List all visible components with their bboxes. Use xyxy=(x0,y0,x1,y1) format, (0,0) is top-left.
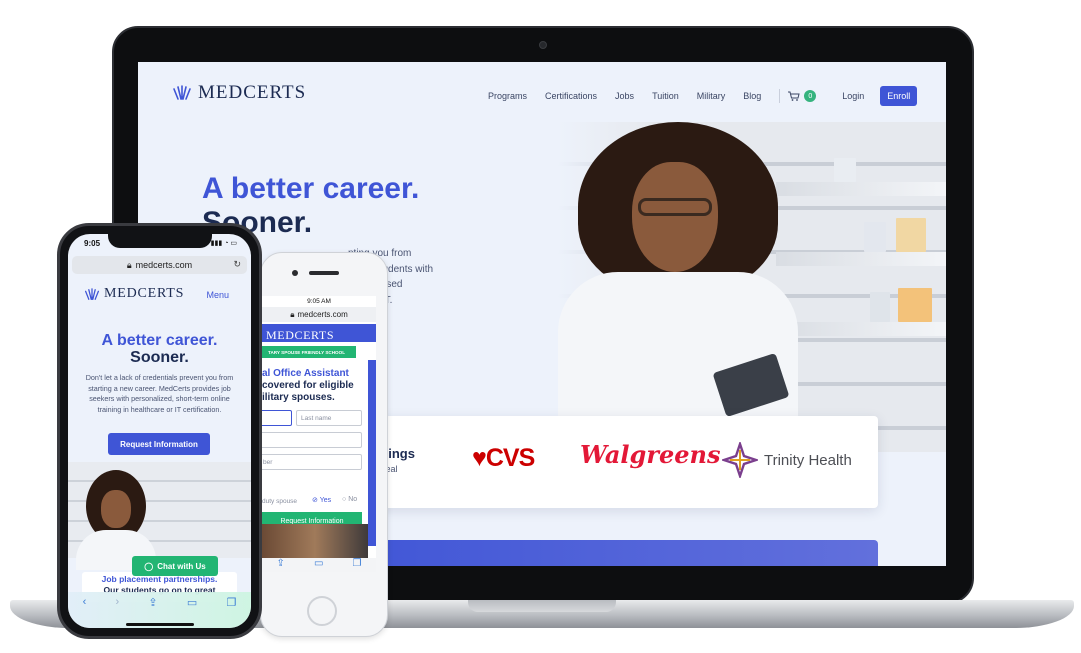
nav-programs[interactable]: Programs xyxy=(488,91,527,101)
tabs-icon[interactable]: ❐ xyxy=(226,596,236,609)
lock-icon: 🔒︎ xyxy=(290,309,295,319)
address-bar-url: medcerts.com xyxy=(135,260,193,270)
radio-no[interactable]: ○ No xyxy=(342,496,357,503)
check-circle-icon: ⊘ xyxy=(312,497,318,504)
trinity-health-text: Trinity Health xyxy=(764,451,852,469)
shelf xyxy=(776,252,946,266)
address-bar[interactable]: 🔒︎ medcerts.com xyxy=(262,307,376,322)
site-logo[interactable]: MEDCERTS xyxy=(172,82,306,104)
status-time: 9:05 AM xyxy=(307,298,331,305)
radio-circle-icon: ○ xyxy=(342,496,347,503)
cart-button[interactable]: 0 xyxy=(779,89,817,103)
bookmarks-icon[interactable]: ▭ xyxy=(187,596,197,609)
radio-yes[interactable]: ⊘ Yes xyxy=(312,496,331,504)
pharmacist-face xyxy=(101,490,131,528)
battery-icon: ▭ xyxy=(230,240,237,247)
military-friendly-badge: TARY SPOUSE FRIENDLY SCHOOL xyxy=(262,346,356,358)
signal-icon: ▮▮▮ xyxy=(210,240,223,247)
site-logo-text: MEDCERTS xyxy=(198,82,307,103)
medcerts-logo-icon xyxy=(173,85,191,100)
hero-body: Don't let a lack of credentials prevent … xyxy=(85,373,234,414)
pharmacist-glasses xyxy=(638,198,712,216)
phone-back-speaker xyxy=(309,271,339,275)
reload-icon[interactable]: ↻ xyxy=(233,259,241,270)
chat-button-label: Chat with Us xyxy=(157,561,206,571)
share-icon[interactable]: ⇪ xyxy=(148,596,157,609)
wifi-icon: ◔ xyxy=(224,240,229,247)
radio-no-label: No xyxy=(348,496,358,503)
tabs-icon[interactable]: ❐ xyxy=(353,558,362,572)
phone-front-notch xyxy=(108,234,212,248)
pharmacist-face xyxy=(632,162,718,272)
last-name-field[interactable]: Last name xyxy=(296,410,362,426)
request-form: al Office Assistant covered for eligible… xyxy=(262,360,376,546)
phone-front-screen: 9:05 ▮▮▮ ◔ ▭ 🔒︎ medcerts.com ↻ MEDCERTS … xyxy=(68,234,251,628)
home-indicator[interactable] xyxy=(126,623,194,626)
request-info-button[interactable]: Request Information xyxy=(108,433,210,455)
form-subtitle-2: ilitary spouses. xyxy=(262,392,335,403)
nav-certifications[interactable]: Certifications xyxy=(545,91,597,101)
campus-photo xyxy=(262,524,368,560)
forward-icon[interactable]: › xyxy=(116,596,120,608)
product-box xyxy=(898,288,932,322)
login-link[interactable]: Login xyxy=(842,91,864,101)
site-logo-text[interactable]: MEDCERTS xyxy=(266,328,334,343)
chat-button[interactable]: ◯ Chat with Us xyxy=(132,556,218,576)
medcerts-logo-icon xyxy=(84,287,100,300)
trinity-health-logo: Trinity Health xyxy=(722,442,852,478)
enroll-button[interactable]: Enroll xyxy=(880,86,918,106)
status-icons: ▮▮▮ ◔ ▭ xyxy=(211,239,237,247)
email-field[interactable] xyxy=(262,432,362,448)
phone-field[interactable]: ber xyxy=(262,454,362,470)
address-bar-url: medcerts.com xyxy=(297,310,348,319)
radio-yes-label: Yes xyxy=(319,497,332,504)
cta-band xyxy=(328,540,878,566)
product-box xyxy=(864,222,886,252)
nav-blog[interactable]: Blog xyxy=(743,91,761,101)
status-time: 9:05 xyxy=(84,239,101,248)
cart-icon xyxy=(788,91,800,101)
shelf xyxy=(776,182,946,196)
share-icon[interactable]: ⇪ xyxy=(277,558,285,572)
chat-bubble-icon: ◯ xyxy=(144,561,154,571)
form-title: al Office Assistant xyxy=(262,368,349,379)
nav-military[interactable]: Military xyxy=(697,91,726,101)
product-box xyxy=(896,218,926,252)
nav-tuition[interactable]: Tuition xyxy=(652,91,679,101)
browser-toolbar: ⇪ ▭ ❐ xyxy=(262,558,376,572)
lock-icon: 🔒︎ xyxy=(126,259,132,270)
product-box xyxy=(870,292,890,322)
phone-back-home-button[interactable] xyxy=(307,596,337,626)
heart-icon: ♥ xyxy=(472,444,487,472)
back-icon[interactable]: ‹ xyxy=(83,596,87,608)
phone-back-screen: 9:05 AM 🔒︎ medcerts.com MEDCERTS TARY SP… xyxy=(262,296,376,572)
phone-back-camera xyxy=(292,270,298,276)
laptop-camera xyxy=(539,41,547,49)
menu-button[interactable]: Menu xyxy=(206,290,229,300)
main-nav: Programs Certifications Jobs Tuition Mil… xyxy=(488,86,918,106)
hero-headline: A better career. xyxy=(202,172,420,205)
form-subtitle: covered for eligible xyxy=(262,380,354,391)
product-box xyxy=(834,158,856,182)
cvs-logo-text: CVS xyxy=(485,444,535,472)
site-logo-text: MEDCERTS xyxy=(104,286,185,301)
bookmarks-icon[interactable]: ▭ xyxy=(314,558,323,572)
nav-jobs[interactable]: Jobs xyxy=(615,91,634,101)
cart-count-badge: 0 xyxy=(804,90,817,102)
pharmacist-coat xyxy=(558,272,798,432)
walgreens-logo: Walgreens xyxy=(580,440,721,469)
laptop-notch xyxy=(468,600,616,612)
site-logo[interactable]: MEDCERTS xyxy=(84,286,184,302)
shelf xyxy=(776,322,946,336)
hero-headline-sub: Sooner. xyxy=(130,349,189,366)
cvs-logo: ♥CVS xyxy=(472,444,535,473)
spouse-question-label: duty spouse xyxy=(262,498,298,505)
hero-headline: A better career. xyxy=(101,332,218,349)
partners-card: s. t things er real ♥CVS Walgreens Trini… xyxy=(328,416,878,508)
address-bar[interactable]: 🔒︎ medcerts.com ↻ xyxy=(72,256,247,274)
first-name-field[interactable] xyxy=(262,410,292,426)
trinity-health-icon xyxy=(722,442,758,478)
